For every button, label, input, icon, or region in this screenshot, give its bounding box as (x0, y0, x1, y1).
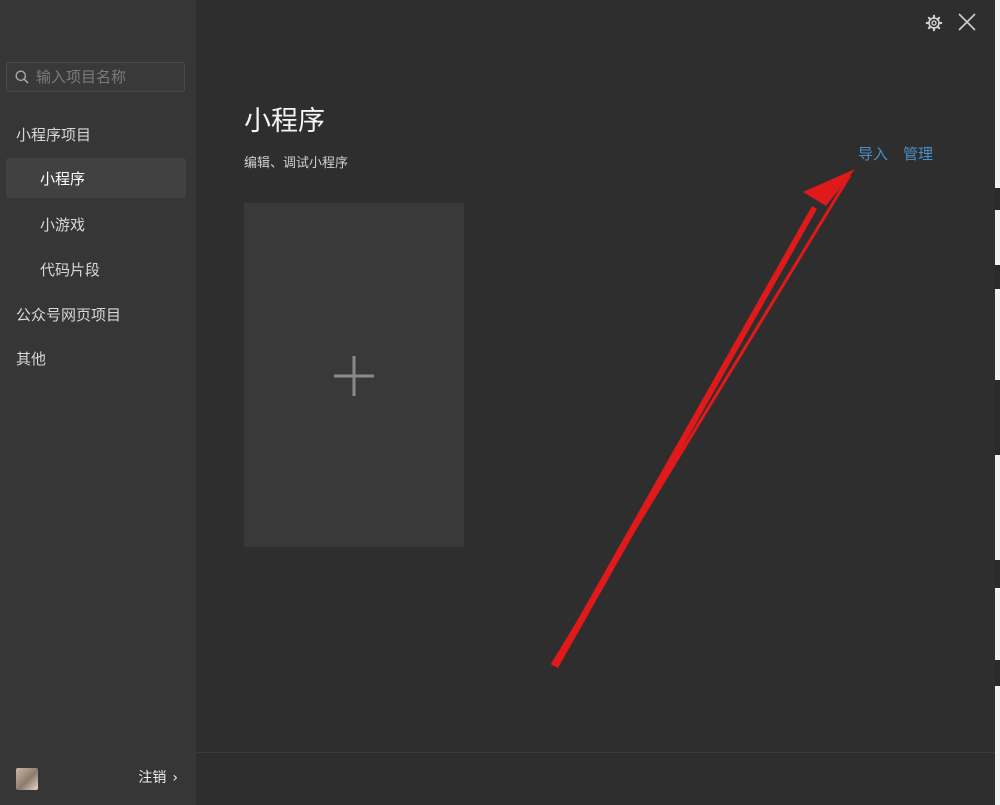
footer-divider (196, 752, 995, 753)
annotation-arrow (550, 169, 855, 668)
page-subtitle: 编辑、调试小程序 (244, 156, 349, 171)
sidebar: 小程序项目 小程序 小游戏 代码片段 公众号网页项目 其他 注销 › (0, 0, 196, 805)
sidebar-item-label: 小程序 (40, 170, 86, 188)
close-icon[interactable] (957, 12, 977, 32)
sidebar-footer: 注销 › (0, 752, 196, 805)
sidebar-item-code-snippet[interactable]: 代码片段 (40, 259, 100, 280)
background-window-edge (995, 0, 1000, 805)
search-icon (15, 70, 29, 84)
plus-icon (334, 356, 374, 396)
search-box[interactable] (6, 62, 185, 92)
add-project-card[interactable] (244, 203, 464, 547)
chevron-right-icon: › (172, 770, 178, 786)
logout-button[interactable]: 注销 › (138, 767, 178, 787)
avatar[interactable] (16, 768, 38, 790)
import-link[interactable]: 导入 (858, 143, 888, 164)
manage-link[interactable]: 管理 (903, 143, 933, 164)
logout-label: 注销 (138, 770, 167, 786)
sidebar-group-miniprogram-projects[interactable]: 小程序项目 (16, 124, 91, 145)
sidebar-group-official-account-web[interactable]: 公众号网页项目 (16, 304, 121, 325)
page-title: 小程序 (244, 106, 325, 137)
sidebar-group-other[interactable]: 其他 (16, 348, 46, 369)
sidebar-item-minigame[interactable]: 小游戏 (40, 214, 85, 235)
sidebar-item-miniprogram[interactable]: 小程序 (6, 158, 186, 198)
gear-icon[interactable] (925, 14, 943, 32)
search-input[interactable] (34, 67, 178, 87)
